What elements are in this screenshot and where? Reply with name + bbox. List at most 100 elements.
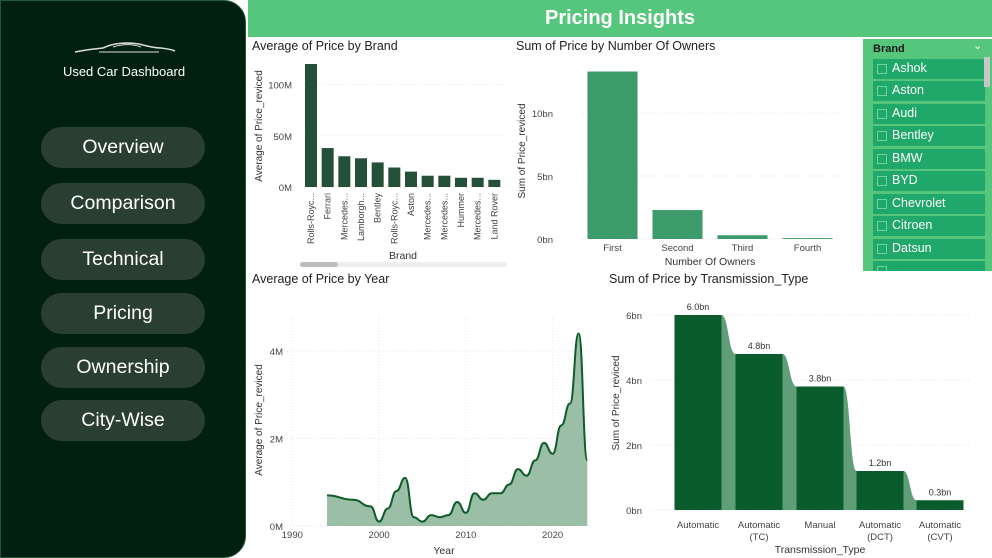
chart-title-transmission: Sum of Price by Transmission_Type [609,272,809,286]
x-tick-label: Automatic [677,520,719,531]
checkbox[interactable] [877,131,887,141]
x-tick-label: Aston [406,193,416,216]
x-tick-label: Automatic [859,520,901,531]
slicer-title: Brand [873,43,905,55]
nav-technical-button[interactable]: Technical [41,239,205,280]
bar [388,167,401,187]
slicer-item[interactable]: Citroen [873,216,985,236]
x-tick-label: Rolls-Royc... [306,193,316,244]
x-tick-label: Third [732,243,754,254]
slicer-item-label: Datsun [892,241,932,255]
bar [438,175,451,187]
bar [717,235,768,239]
nav-pricing-button[interactable]: Pricing [41,293,205,334]
bar [471,177,484,187]
x-tick-label: Mercedes... [423,193,433,240]
slicer-item-label: Ashok [892,61,927,75]
slicer-item-label: Citroen [892,218,933,232]
slicer-item[interactable] [873,261,985,271]
data-label: 6.0bn [687,302,710,312]
chart-title-year: Average of Price by Year [252,272,390,286]
slicer-item[interactable]: BYD [873,171,985,191]
x-tick-label: (DCT) [867,532,893,543]
x-axis-title: Number Of Owners [665,256,755,268]
checkbox[interactable] [877,266,887,271]
slicer-item[interactable]: Bentley [873,126,985,146]
x-axis-title: Year [433,545,455,557]
slicer-item-label: Aston [892,83,924,97]
checkbox[interactable] [877,109,887,119]
x-tick-label: Hummer [456,193,466,228]
bar [421,175,434,187]
horizontal-scrollbar-track [300,262,507,267]
checkbox[interactable] [877,244,887,254]
nav-ownership-button[interactable]: Ownership [41,347,205,388]
app-title: Used Car Dashboard [62,64,186,79]
ribbon-connector [843,386,857,510]
ribbon-connector [782,354,797,510]
page-title: Pricing Insights [544,7,696,29]
chart-title-brand: Average of Price by Brand [252,39,398,53]
bar [674,315,722,510]
series-line [327,332,589,523]
checkbox[interactable] [877,64,887,74]
slicer-item-label: Audi [892,106,918,120]
x-tick-label: 1990 [282,530,303,541]
bar [405,171,417,187]
y-tick-label: 4M [270,347,283,358]
x-tick-label: First [603,243,622,254]
bar [856,471,904,510]
y-tick-label: 4bn [626,376,642,387]
checkbox[interactable] [877,176,887,186]
x-tick-label: Second [661,243,693,254]
y-axis-title: Sum of Price_reviced [611,355,622,450]
brand-slicer: Brand ⌄ Ashok Aston Audi Bentley BMW BYD… [863,39,992,271]
bar [355,158,367,187]
chart-title-owners: Sum of Price by Number Of Owners [516,39,716,53]
y-tick-label: 6bn [626,311,642,322]
slicer-item[interactable]: BMW [873,149,985,169]
checkbox[interactable] [877,154,887,164]
y-tick-label: 0bn [537,235,553,246]
checkbox[interactable] [877,86,887,96]
bar [652,210,703,239]
car-silhouette-icon [74,42,176,53]
nav-overview-button[interactable]: Overview [41,127,205,168]
slicer-item-label: BMW [892,151,923,165]
x-tick-label: Rolls-Royc... [389,193,399,244]
y-tick-label: 10bn [532,109,553,120]
bar [338,156,351,187]
x-tick-label: Lamborgh... [356,193,366,241]
x-tick-label: Mercedes... [473,193,483,240]
slicer-item[interactable]: Aston [873,81,985,101]
x-tick-label: Automatic [919,520,961,531]
x-tick-label: Mercedes... [339,193,349,240]
slicer-item[interactable]: Ashok [873,59,985,79]
chevron-down-icon[interactable]: ⌄ [973,39,982,52]
bar [488,179,501,187]
y-tick-label: 50M [274,132,293,143]
x-tick-label: Mercedes... [439,193,449,240]
slicer-item[interactable]: Datsun [873,239,985,259]
slicer-item[interactable]: Chevrolet [873,194,985,214]
data-label: 0.3bn [929,487,952,497]
sidebar: Used Car Dashboard Overview Comparison T… [0,0,246,558]
x-tick-label: Land Rover [489,193,499,240]
x-axis-title: Transmission_Type [775,544,866,556]
bar [371,162,384,187]
nav-comparison-button[interactable]: Comparison [41,183,205,224]
checkbox[interactable] [877,199,887,209]
bar [735,354,783,510]
x-tick-label: (TC) [750,532,769,543]
data-label: 1.2bn [869,458,892,468]
slicer-item-label: Bentley [892,128,934,142]
data-label: 4.8bn [748,341,771,351]
bar [916,500,964,510]
nav-citywise-button[interactable]: City-Wise [41,400,205,441]
x-tick-label: Bentley [373,193,383,224]
slicer-scrollbar[interactable] [984,57,990,87]
data-label: 3.8bn [809,374,832,384]
slicer-item[interactable]: Audi [873,104,985,124]
y-axis-title: Sum of Price_reviced [517,103,528,198]
checkbox[interactable] [877,221,887,231]
